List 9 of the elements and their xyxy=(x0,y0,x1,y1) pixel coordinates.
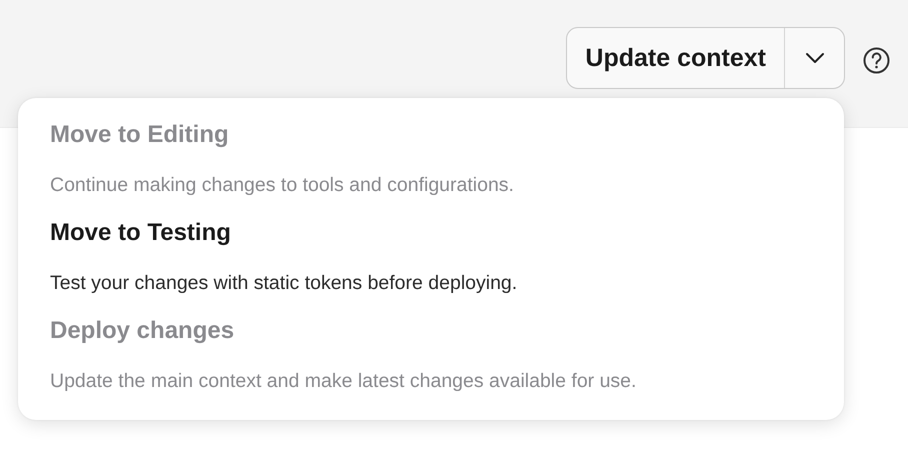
menu-item[interactable]: Move to Testing Test your changes with static tokens before deploying. xyxy=(50,208,824,306)
menu-item-title: Move to Testing xyxy=(50,218,232,248)
caret-icon xyxy=(804,52,824,64)
menu-item-description: Continue making changes to tools and configurations. xyxy=(50,173,515,198)
menu-item-description: Update the main context and make latest changes available for use. xyxy=(50,369,638,394)
help-icon[interactable] xyxy=(863,47,890,74)
menu-item-description: Test your changes with static tokens before deploying. xyxy=(50,271,518,296)
menu-item-title: Deploy changes xyxy=(50,316,236,346)
menu-item-title: Move to Editing xyxy=(50,120,230,150)
